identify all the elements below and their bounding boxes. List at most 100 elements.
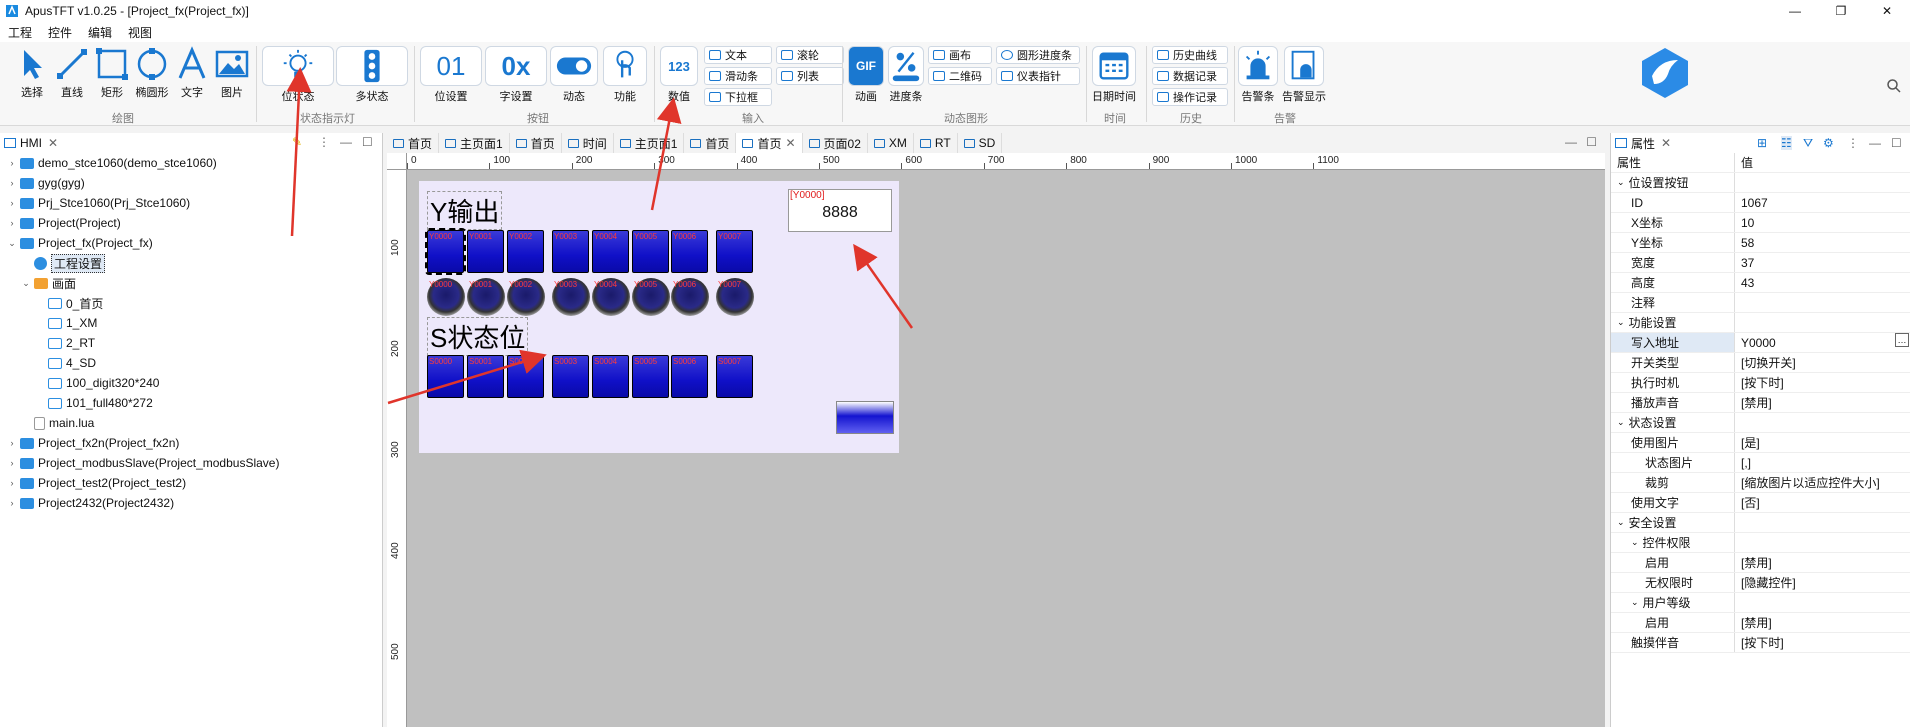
editor-tab[interactable]: 页面02 [803, 133, 868, 153]
property-row[interactable]: 执行时机 [按下时] [1611, 373, 1910, 393]
tree-item[interactable]: ⌄ 画面 [0, 273, 383, 293]
chevron-down-icon[interactable]: ⌄ [1617, 177, 1625, 188]
property-value[interactable]: [按下时] [1735, 373, 1910, 392]
s-state-title[interactable]: S状态位 [427, 317, 529, 356]
property-value[interactable]: 37 [1735, 253, 1910, 272]
bit-state-lamp-button[interactable]: 位状态 [262, 46, 334, 104]
line-tool-button[interactable]: 直线 [54, 46, 90, 100]
s-state-button[interactable]: S0007 [716, 355, 753, 398]
gauge-needle-button[interactable]: 仪表指针 [996, 67, 1080, 85]
more-icon[interactable]: ⋮ [318, 135, 330, 149]
chevron-down-icon[interactable]: ⌄ [1617, 417, 1625, 428]
property-value[interactable]: 10 [1735, 213, 1910, 232]
alarm-display-button[interactable]: 告警显示 [1282, 46, 1326, 104]
chevron-down-icon[interactable]: ⌄ [6, 238, 18, 249]
minimize-panel-icon[interactable]: — [340, 135, 352, 149]
property-value[interactable]: [隐藏控件] [1735, 573, 1910, 592]
bit-state-lamp[interactable]: Y0001 [467, 278, 505, 316]
close-tab-icon[interactable]: ✕ [48, 136, 58, 150]
dynamic-button[interactable]: 动态 [550, 46, 598, 104]
numeric-display[interactable]: [Y0000] 8888 [788, 189, 892, 232]
chevron-down-icon[interactable]: ⌄ [1617, 317, 1625, 328]
property-category[interactable]: ⌄ 安全设置 [1611, 513, 1910, 533]
bit-state-lamp[interactable]: Y0007 [716, 278, 754, 316]
tree-item[interactable]: ⌄ Project_fx(Project_fx) [0, 233, 383, 253]
property-row[interactable]: Y坐标 58 [1611, 233, 1910, 253]
bit-state-lamp[interactable]: Y0005 [632, 278, 670, 316]
property-value[interactable]: [禁用] [1735, 553, 1910, 572]
more-icon[interactable]: ⋮ [1847, 136, 1859, 150]
property-row[interactable]: 播放声音 [禁用] [1611, 393, 1910, 413]
tree-item[interactable]: 0_首页 [0, 293, 383, 313]
property-value[interactable]: [缩放图片以适应控件大小] [1735, 473, 1910, 492]
tree-item[interactable]: › Project_modbusSlave(Project_modbusSlave… [0, 453, 383, 473]
s-state-button[interactable]: S0006 [671, 355, 708, 398]
y-output-button[interactable]: Y0003 [552, 230, 589, 273]
maximize-panel-icon[interactable]: ☐ [362, 135, 373, 149]
editor-tab[interactable]: 时间 [562, 133, 614, 153]
operation-record-button[interactable]: 操作记录 [1152, 88, 1228, 106]
tree-item[interactable]: › Project2432(Project2432) [0, 493, 383, 513]
properties-tab-label[interactable]: 属性 [1631, 135, 1655, 152]
bit-state-lamp[interactable]: Y0004 [592, 278, 630, 316]
maximize-editor-icon[interactable]: ☐ [1586, 135, 1597, 149]
chevron-right-icon[interactable]: › [6, 218, 18, 228]
y-output-button[interactable]: Y0005 [632, 230, 669, 273]
y-output-button[interactable]: Y0000 [425, 228, 466, 275]
property-value[interactable]: 1067 [1735, 193, 1910, 212]
property-row[interactable]: X坐标 10 [1611, 213, 1910, 233]
editor-tab[interactable]: 主页面1 [439, 133, 510, 153]
chevron-down-icon[interactable]: ⌄ [20, 278, 32, 289]
property-value[interactable]: [按下时] [1735, 633, 1910, 652]
chevron-down-icon[interactable]: ⌄ [1631, 537, 1639, 548]
property-row[interactable]: 使用图片 [是] [1611, 433, 1910, 453]
canvas-button[interactable]: 画布 [928, 46, 992, 64]
search-icon[interactable] [1886, 78, 1902, 94]
property-row[interactable]: 状态图片 [,] [1611, 453, 1910, 473]
chevron-right-icon[interactable]: › [6, 158, 18, 168]
editor-tab[interactable]: 首页 [684, 133, 737, 153]
property-row[interactable]: 启用 [禁用] [1611, 553, 1910, 573]
qrcode-button[interactable]: 二维码 [928, 67, 992, 85]
image-tool-button[interactable]: 图片 [214, 46, 250, 100]
property-row[interactable]: 开关类型 [切换开关] [1611, 353, 1910, 373]
minimize-panel-icon[interactable]: — [1869, 136, 1881, 150]
property-category[interactable]: ⌄ 用户等级 [1611, 593, 1910, 613]
menu-project[interactable]: 工程 [0, 24, 40, 41]
property-value[interactable]: 58 [1735, 233, 1910, 252]
property-row[interactable]: 注释 [1611, 293, 1910, 313]
property-value[interactable]: [,] [1735, 453, 1910, 472]
tree-item[interactable]: › Project_test2(Project_test2) [0, 473, 383, 493]
s-state-button[interactable]: S0000 [427, 355, 464, 398]
text-input-button[interactable]: 文本 [704, 46, 772, 64]
data-record-button[interactable]: 数据记录 [1152, 67, 1228, 85]
chevron-right-icon[interactable]: › [6, 478, 18, 488]
editor-tab[interactable]: RT [914, 133, 958, 153]
y-output-button[interactable]: Y0006 [671, 230, 708, 273]
chevron-right-icon[interactable]: › [6, 198, 18, 208]
chevron-down-icon[interactable]: ⌄ [1617, 517, 1625, 528]
word-set-button[interactable]: 0x 字设置 [485, 46, 547, 104]
tree-item[interactable]: 1_XM [0, 313, 383, 333]
property-category[interactable]: ⌄ 位设置按钮 [1611, 173, 1910, 193]
editor-tab[interactable]: 主页面1 [614, 133, 685, 153]
numeric-input-button[interactable]: 123 数值 [660, 46, 698, 104]
settings-icon[interactable]: ⚙ [1823, 136, 1834, 150]
bit-state-lamp[interactable]: Y0000 [427, 278, 465, 316]
property-row[interactable]: ID 1067 [1611, 193, 1910, 213]
tree-item[interactable]: › demo_stce1060(demo_stce1060) [0, 153, 383, 173]
property-row[interactable]: 高度 43 [1611, 273, 1910, 293]
property-category[interactable]: ⌄ 状态设置 [1611, 413, 1910, 433]
star-icon[interactable]: ✎ [292, 135, 302, 149]
maximize-button[interactable]: ❐ [1818, 0, 1864, 22]
bit-state-lamp[interactable]: Y0006 [671, 278, 709, 316]
tree-item[interactable]: 101_full480*272 [0, 393, 383, 413]
ellipse-tool-button[interactable]: 椭圆形 [134, 46, 170, 100]
property-category[interactable]: ⌄ 功能设置 [1611, 313, 1910, 333]
slider-button[interactable]: 滑动条 [704, 67, 772, 85]
history-curve-button[interactable]: 历史曲线 [1152, 46, 1228, 64]
rect-tool-button[interactable]: 矩形 [94, 46, 130, 100]
hmi-canvas[interactable]: Y输出 S状态位 [Y0000] 8888 Y0000 Y0001 Y0002 Y00… [419, 181, 899, 453]
s-state-button[interactable]: S0002 [507, 355, 544, 398]
property-row[interactable]: 使用文字 [否] [1611, 493, 1910, 513]
